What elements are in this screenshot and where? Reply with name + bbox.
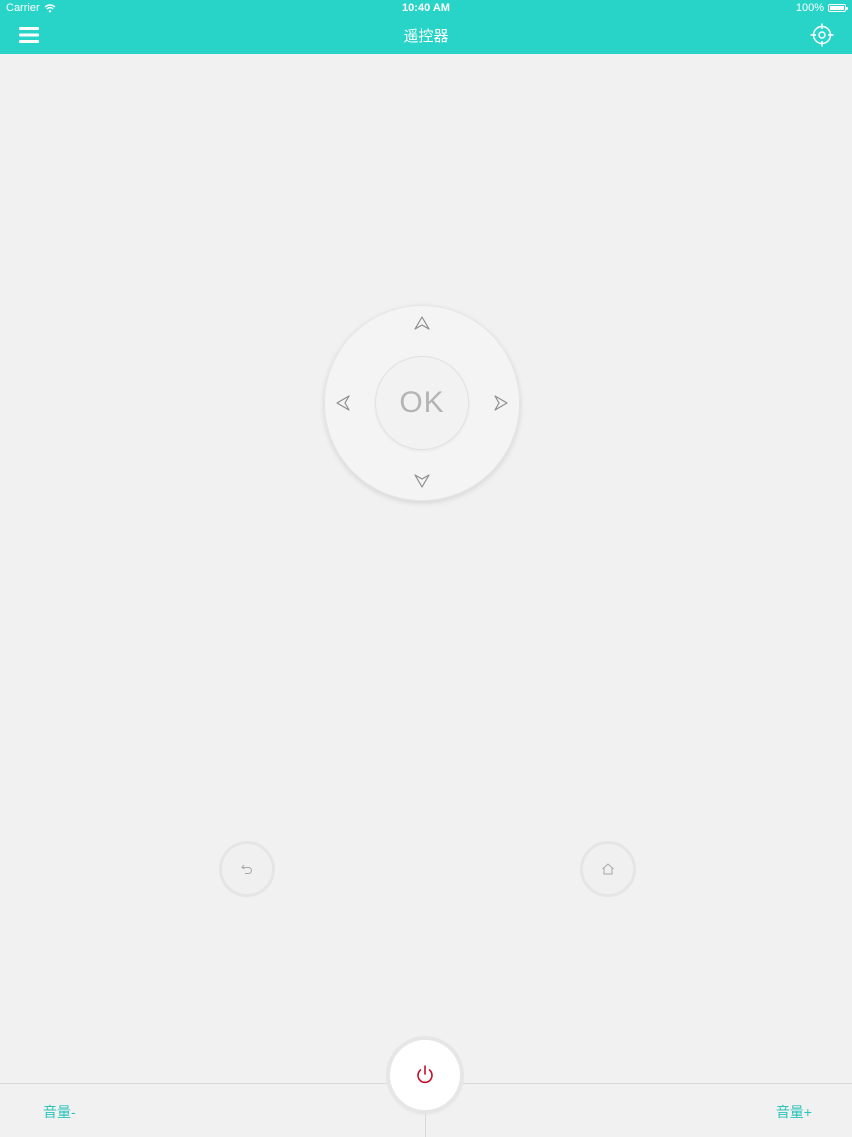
volume-down-label: 音量- [43, 1104, 76, 1120]
battery-icon [828, 4, 848, 12]
battery-percent: 100% [795, 2, 824, 14]
arrow-right-icon [494, 395, 508, 411]
dpad-down-button[interactable] [407, 466, 437, 496]
back-icon [241, 864, 252, 874]
volume-up-label: 音量+ [775, 1104, 812, 1120]
target-button[interactable] [810, 23, 834, 47]
battery-indicator: 100% [795, 2, 848, 14]
arrow-down-icon [414, 474, 430, 488]
status-time: 10:40 AM [402, 2, 450, 14]
arrow-left-icon [336, 395, 350, 411]
dpad-left-button[interactable] [328, 388, 358, 418]
arrow-up-icon [414, 316, 430, 330]
ok-label: OK [399, 386, 445, 419]
ok-button[interactable]: OK [375, 356, 469, 450]
dpad-right-button[interactable] [486, 388, 516, 418]
home-icon [602, 863, 614, 875]
volume-up-button[interactable]: 音量+ [426, 1084, 852, 1136]
power-icon [417, 1065, 433, 1084]
dpad-up-button[interactable] [407, 308, 437, 338]
page-title: 遥控器 [403, 28, 449, 45]
dpad: OK [324, 305, 520, 501]
target-icon [810, 23, 834, 47]
home-button[interactable] [583, 844, 633, 894]
volume-down-button[interactable]: 音量- [0, 1084, 425, 1136]
back-button[interactable] [222, 844, 272, 894]
status-bar: Carrier 10:40 AM 100% [0, 0, 852, 17]
power-button[interactable] [390, 1040, 460, 1110]
nav-bar: 遥控器 [0, 17, 852, 54]
